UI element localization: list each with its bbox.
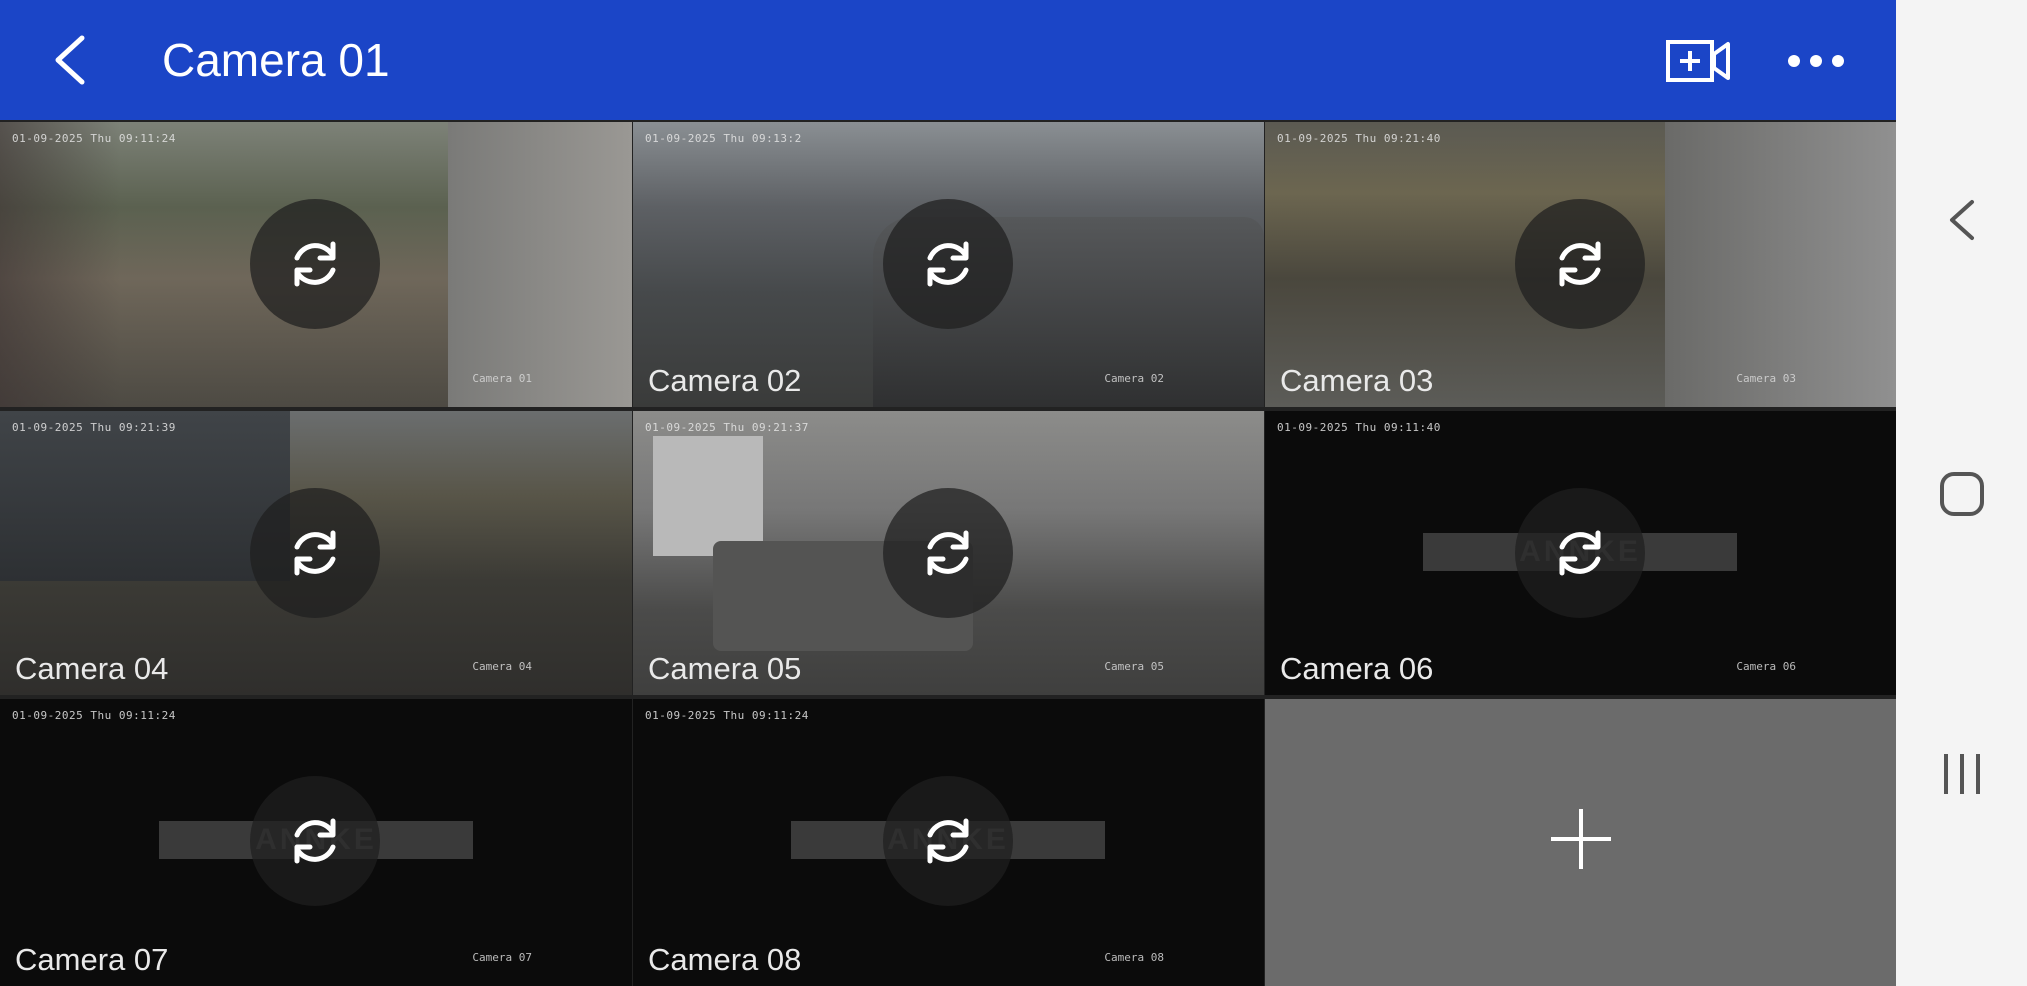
plus-icon (1551, 809, 1611, 869)
camera-label: Camera 05 (648, 651, 802, 686)
osd-timestamp: 01-09-2025 Thu 09:21:40 (1277, 132, 1441, 145)
add-camera-tile[interactable] (1265, 699, 1896, 986)
camera-tile-01[interactable]: 01-09-2025 Thu 09:11:24 Camera 01 (0, 122, 632, 407)
camera-label: Camera 03 (1280, 363, 1434, 398)
camera-tile-05[interactable]: 01-09-2025 Thu 09:21:37 Camera 05 Camera… (633, 411, 1264, 695)
osd-timestamp: 01-09-2025 Thu 09:21:39 (12, 421, 176, 434)
more-horizontal-icon (1788, 55, 1844, 67)
camera-tile-03[interactable]: 01-09-2025 Thu 09:21:40 Camera 03 Camera… (1265, 122, 1896, 407)
osd-timestamp: 01-09-2025 Thu 09:21:37 (645, 421, 809, 434)
osd-camera-name: Camera 07 (472, 951, 532, 964)
refresh-button[interactable] (1515, 488, 1645, 618)
refresh-icon (1559, 241, 1601, 287)
system-home-button[interactable] (1938, 470, 1986, 523)
chevron-left-icon (55, 35, 85, 85)
osd-camera-name: Camera 05 (1104, 660, 1164, 673)
back-button[interactable] (38, 28, 98, 92)
refresh-icon (294, 818, 336, 864)
porch-structure (1665, 122, 1896, 407)
refresh-button[interactable] (250, 488, 380, 618)
house-wall (448, 122, 632, 407)
more-options-button[interactable] (1786, 44, 1846, 78)
refresh-icon (927, 241, 969, 287)
system-recents-button[interactable] (1938, 750, 1986, 803)
camera-label: Camera 07 (15, 942, 169, 977)
camera-label: Camera 06 (1280, 651, 1434, 686)
tree-shadow (0, 122, 120, 407)
camera-grid: 01-09-2025 Thu 09:11:24 Camera 01 01-09-… (0, 120, 1896, 986)
screened-porch (0, 411, 290, 581)
osd-timestamp: 01-09-2025 Thu 09:11:40 (1277, 421, 1441, 434)
osd-camera-name: Camera 02 (1104, 372, 1164, 385)
osd-camera-name: Camera 01 (472, 372, 532, 385)
refresh-icon (1559, 530, 1601, 576)
video-add-icon (1666, 40, 1730, 82)
refresh-icon (927, 818, 969, 864)
refresh-button[interactable] (883, 776, 1013, 906)
camera-tile-04[interactable]: 01-09-2025 Thu 09:21:39 Camera 04 Camera… (0, 411, 632, 695)
refresh-button[interactable] (1515, 199, 1645, 329)
osd-timestamp: 01-09-2025 Thu 09:11:24 (12, 132, 176, 145)
page-title: Camera 01 (162, 34, 390, 86)
refresh-button[interactable] (250, 199, 380, 329)
camera-label: Camera 02 (648, 363, 802, 398)
camera-label: Camera 04 (15, 651, 169, 686)
refresh-icon (294, 530, 336, 576)
refresh-icon (294, 241, 336, 287)
refresh-icon (927, 530, 969, 576)
osd-timestamp: 01-09-2025 Thu 09:11:24 (645, 709, 809, 722)
camera-tile-07[interactable]: 01-09-2025 Thu 09:11:24 ANNKE Camera 07 … (0, 699, 632, 986)
refresh-button[interactable] (250, 776, 380, 906)
refresh-button[interactable] (883, 199, 1013, 329)
chevron-left-icon (1950, 200, 1974, 240)
camera-tile-08[interactable]: 01-09-2025 Thu 09:11:24 ANNKE Camera 08 … (633, 699, 1264, 986)
osd-camera-name: Camera 08 (1104, 951, 1164, 964)
osd-timestamp: 01-09-2025 Thu 09:11:24 (12, 709, 176, 722)
osd-timestamp: 01-09-2025 Thu 09:13:2 (645, 132, 802, 145)
recents-icon (1944, 754, 1980, 794)
home-square-icon (1940, 472, 1984, 516)
system-back-button[interactable] (1938, 196, 1986, 249)
window (653, 436, 763, 556)
osd-camera-name: Camera 06 (1736, 660, 1796, 673)
add-camera-button[interactable] (1664, 34, 1734, 88)
camera-tile-02[interactable]: 01-09-2025 Thu 09:13:2 Camera 02 Camera … (633, 122, 1264, 407)
system-navigation-bar (1896, 0, 2027, 986)
refresh-button[interactable] (883, 488, 1013, 618)
camera-grid-app: Camera 01 01-09-2025 Thu 09:11:24 Camera… (0, 0, 1896, 986)
top-app-bar: Camera 01 (0, 0, 1896, 120)
camera-label: Camera 08 (648, 942, 802, 977)
osd-camera-name: Camera 04 (472, 660, 532, 673)
osd-camera-name: Camera 03 (1736, 372, 1796, 385)
camera-tile-06[interactable]: 01-09-2025 Thu 09:11:40 ANNKE Camera 06 … (1265, 411, 1896, 695)
